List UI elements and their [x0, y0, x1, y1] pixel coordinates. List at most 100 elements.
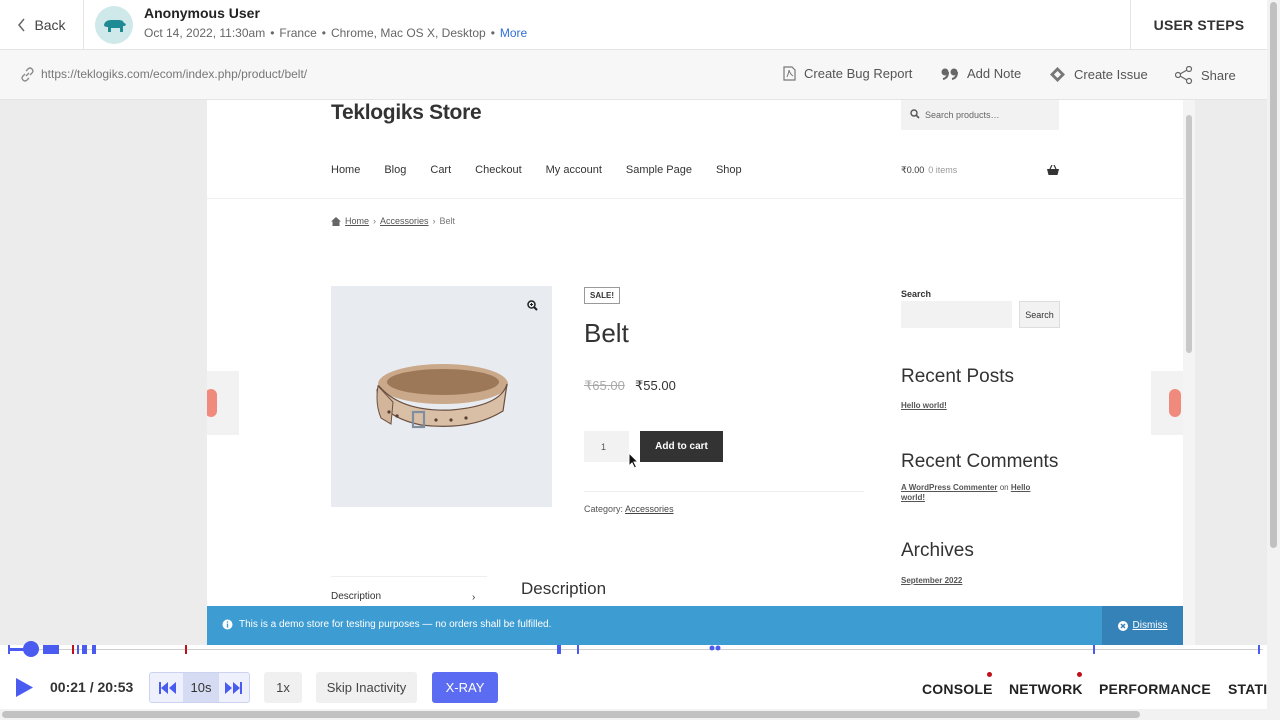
breadcrumb-accessories[interactable]: Accessories: [380, 216, 429, 226]
event-marker[interactable]: [82, 645, 87, 654]
event-marker[interactable]: [8, 645, 10, 654]
quantity-input[interactable]: 1: [584, 431, 629, 462]
error-marker[interactable]: [72, 645, 74, 654]
demo-store-notice: This is a demo store for testing purpose…: [207, 606, 1183, 645]
product-thumbnail: [207, 389, 217, 417]
meta-separator: •: [270, 26, 275, 40]
playback-time: 00:21 / 20:53: [50, 679, 134, 695]
session-header: Back Anonymous User Oct 14, 2022, 11:30a…: [0, 0, 1267, 50]
session-environment: Chrome, Mac OS X, Desktop: [330, 26, 486, 40]
timeline-track: [8, 649, 1263, 650]
add-note-label: Add Note: [967, 66, 1022, 81]
page-scrollbar-thumb[interactable]: [1186, 115, 1192, 353]
xray-button[interactable]: X-RAY: [432, 672, 498, 703]
description-tab[interactable]: Description: [331, 576, 487, 602]
tab-performance[interactable]: PERFORMANCE: [1099, 681, 1211, 697]
nav-item-blog[interactable]: Blog: [384, 164, 406, 176]
horizontal-scrollbar-thumb[interactable]: [2, 711, 1140, 718]
search-placeholder: Search products…: [925, 110, 1000, 120]
dismiss-label: Dismiss: [1132, 620, 1168, 631]
tab-console[interactable]: CONSOLE: [922, 681, 993, 697]
nav-item-sample-page[interactable]: Sample Page: [626, 164, 692, 176]
basket-icon[interactable]: [1047, 165, 1059, 176]
tab-network[interactable]: NETWORK: [1009, 681, 1083, 697]
zoom-icon[interactable]: [527, 300, 538, 311]
tab-stats[interactable]: STATI: [1228, 681, 1267, 697]
event-marker[interactable]: [557, 645, 561, 654]
timeline-scrubber[interactable]: [23, 641, 39, 657]
event-marker[interactable]: [77, 645, 79, 654]
info-icon: [222, 619, 233, 630]
comment-author-link[interactable]: A WordPress Commenter: [901, 483, 997, 492]
skip-inactivity-button[interactable]: Skip Inactivity: [316, 672, 417, 703]
event-marker[interactable]: [43, 645, 59, 654]
sidebar-search-label: Search: [901, 289, 932, 299]
play-icon[interactable]: [14, 677, 34, 698]
rewind-icon[interactable]: [159, 682, 177, 694]
close-circle-icon: [1117, 620, 1128, 631]
product-image[interactable]: [331, 286, 552, 507]
event-marker[interactable]: [92, 645, 96, 654]
archive-link[interactable]: September 2022: [901, 576, 962, 585]
error-marker[interactable]: [185, 645, 187, 654]
fast-forward-icon[interactable]: [224, 682, 242, 694]
nav-item-my-account[interactable]: My account: [546, 164, 602, 176]
sidebar-search-input[interactable]: [901, 301, 1012, 328]
store-title[interactable]: Teklogiks Store: [331, 101, 482, 125]
back-button[interactable]: Back: [0, 0, 84, 49]
window-horizontal-scrollbar[interactable]: [0, 709, 1267, 720]
more-link[interactable]: More: [500, 26, 527, 40]
vertical-scrollbar-thumb[interactable]: [1270, 2, 1277, 548]
url-bar: https://teklogiks.com/ecom/index.php/pro…: [0, 50, 1267, 100]
back-label: Back: [34, 16, 66, 33]
event-marker[interactable]: [1093, 645, 1095, 654]
recent-post-link[interactable]: Hello world!: [901, 401, 947, 410]
previous-product-button[interactable]: [207, 371, 239, 435]
user-steps-tab[interactable]: USER STEPS: [1130, 0, 1267, 49]
session-meta: Oct 14, 2022, 11:30am • France • Chrome,…: [144, 26, 527, 40]
user-name: Anonymous User: [144, 5, 260, 21]
recent-posts-heading: Recent Posts: [901, 366, 1014, 387]
window-vertical-scrollbar[interactable]: [1267, 0, 1280, 720]
nav-item-checkout[interactable]: Checkout: [475, 164, 521, 176]
playback-speed-button[interactable]: 1x: [264, 672, 302, 703]
share-button[interactable]: Share: [1175, 66, 1236, 84]
demo-notice-text: This is a demo store for testing purpose…: [239, 619, 552, 630]
sale-price: ₹55.00: [635, 378, 676, 393]
playback-timeline[interactable]: [0, 641, 1267, 659]
create-bug-report-button[interactable]: Create Bug Report: [783, 66, 912, 81]
product-thumbnail: [1169, 389, 1181, 417]
next-product-button[interactable]: [1151, 371, 1183, 435]
chevron-left-icon: [18, 18, 26, 31]
breadcrumb-separator: ›: [432, 216, 436, 226]
pdf-file-icon: [783, 66, 796, 81]
meta-separator: •: [490, 26, 495, 40]
breadcrumb-home[interactable]: Home: [345, 216, 369, 226]
sidebar-search-button[interactable]: Search: [1019, 301, 1060, 328]
note-marker-icon[interactable]: [709, 645, 721, 653]
category-link[interactable]: Accessories: [625, 504, 674, 514]
seek-interval[interactable]: 10s: [183, 673, 219, 702]
product-title: Belt: [584, 318, 629, 348]
cart-summary[interactable]: ₹0.00 0 items: [901, 165, 957, 176]
page-scrollbar[interactable]: [1183, 100, 1195, 645]
event-marker[interactable]: [1258, 645, 1260, 654]
cart-items: 0 items: [928, 165, 958, 175]
breadcrumb-current: Belt: [439, 216, 456, 226]
nav-item-cart[interactable]: Cart: [430, 164, 451, 176]
product-search-input[interactable]: Search products…: [901, 100, 1059, 130]
home-icon: [331, 216, 341, 226]
recent-comments-heading: Recent Comments: [901, 451, 1059, 472]
nav-item-home[interactable]: Home: [331, 164, 360, 176]
breadcrumb-separator: ›: [373, 216, 377, 226]
dismiss-button[interactable]: Dismiss: [1102, 606, 1183, 645]
nav-item-shop[interactable]: Shop: [716, 164, 742, 176]
create-issue-button[interactable]: Create Issue: [1049, 66, 1148, 83]
add-note-button[interactable]: Add Note: [941, 66, 1021, 81]
share-label: Share: [1201, 67, 1236, 83]
add-to-cart-button[interactable]: Add to cart: [640, 431, 723, 462]
belt-image: [376, 364, 508, 429]
page-url: https://teklogiks.com/ecom/index.php/pro…: [41, 67, 308, 81]
original-price: ₹65.00: [584, 378, 625, 393]
event-marker[interactable]: [577, 645, 579, 654]
